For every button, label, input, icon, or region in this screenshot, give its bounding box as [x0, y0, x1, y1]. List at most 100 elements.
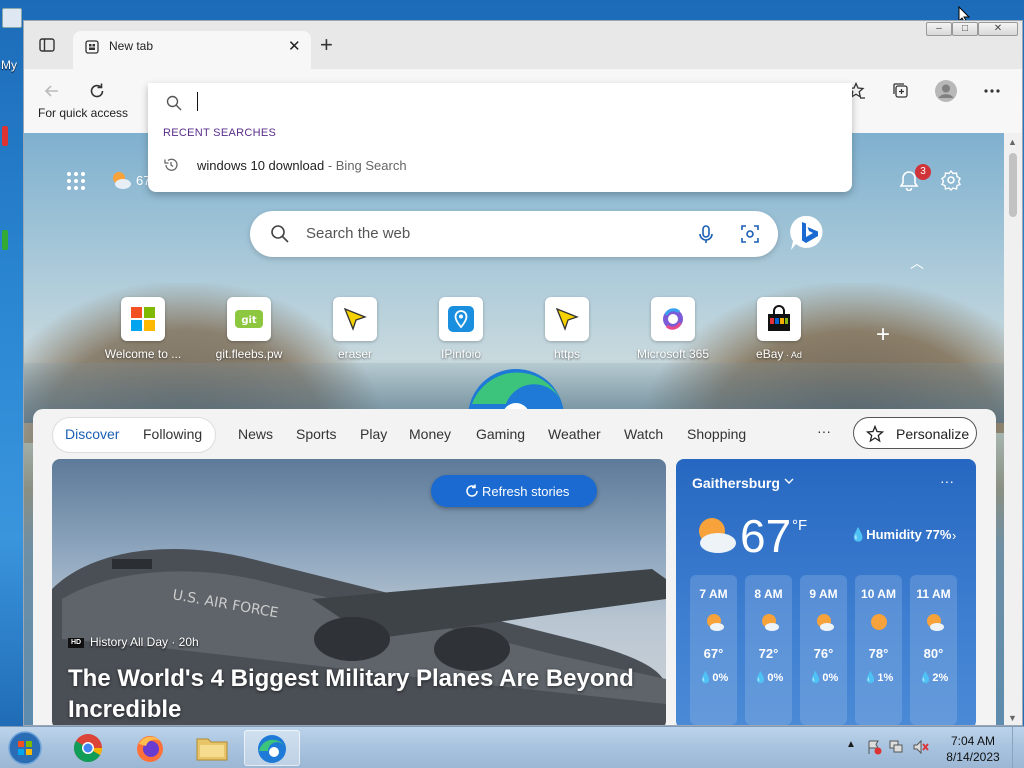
scroll-down-arrow-icon[interactable]: ▼ [1008, 713, 1017, 723]
partly-sunny-icon [706, 614, 724, 631]
weather-card[interactable]: Gaithersburg ··· 67 °F 💧Humidity 77% › 7… [676, 459, 976, 725]
show-hidden-icons[interactable]: ▲ [846, 739, 856, 750]
close-window-button[interactable]: ✕ [978, 22, 1018, 36]
bing-chat-icon[interactable] [788, 213, 828, 253]
story-title[interactable]: The World's 4 Biggest Military Planes Ar… [68, 663, 648, 725]
desktop-icon[interactable] [2, 126, 8, 146]
hour-precip-text: 0% [767, 672, 784, 684]
hour-precip: 💧0% [698, 672, 729, 684]
hour-temp: 72° [758, 646, 779, 661]
hour-precip: 💧0% [753, 672, 784, 684]
tab-weather[interactable]: Weather [548, 426, 601, 442]
quick-link-tile[interactable]: IPinfoio [416, 297, 506, 361]
quick-link-label: eBay · Ad [734, 347, 824, 361]
network-icon[interactable] [888, 739, 904, 755]
hourly-forecast-item: 9 AM 76° 💧0% [800, 575, 847, 725]
desktop-icon[interactable] [2, 8, 22, 28]
show-desktop-button[interactable] [1012, 727, 1024, 768]
history-icon [164, 158, 178, 171]
tab-play[interactable]: Play [360, 426, 387, 442]
tab-news[interactable]: News [238, 426, 273, 442]
windows-logo-icon [131, 307, 155, 331]
scroll-up-arrow-icon[interactable]: ▲ [1008, 137, 1017, 147]
humidity: 💧Humidity 77% [850, 527, 951, 543]
back-icon[interactable] [42, 81, 62, 101]
browser-window: New tab ✕ + – □ ✕ For quick access 67°F … [23, 20, 1023, 726]
quick-link-tile[interactable]: git git.fleebs.pw [204, 297, 294, 361]
source-logo-icon: HD [68, 637, 84, 648]
volume-muted-icon[interactable] [912, 739, 930, 755]
visual-search-icon[interactable] [740, 224, 760, 244]
new-tab-button[interactable]: + [320, 34, 333, 56]
refresh-stories-button[interactable]: Refresh stories [431, 475, 597, 507]
page-scrollbar[interactable]: ▲ ▼ [1004, 133, 1022, 725]
desktop-icon[interactable] [2, 230, 8, 250]
search-icon [271, 225, 289, 243]
refresh-label: Refresh stories [482, 484, 570, 499]
tab-discover[interactable]: Discover [65, 426, 119, 442]
tab-close-icon[interactable]: ✕ [288, 39, 301, 54]
top-story-card[interactable]: U.S. AIR FORCE Refresh stories HD History… [52, 459, 666, 725]
taskbar-firefox[interactable] [122, 730, 178, 766]
ebay-icon [768, 305, 790, 331]
firefox-icon [137, 736, 163, 762]
quick-link-tile[interactable]: Welcome to ... [98, 297, 188, 361]
refresh-icon [466, 484, 478, 497]
taskbar-chrome[interactable] [60, 730, 116, 766]
personalize-icon [866, 425, 884, 443]
collections-icon[interactable] [891, 81, 911, 101]
action-center-flag-icon[interactable] [866, 739, 882, 755]
recent-search-item[interactable]: windows 10 download - Bing Search [148, 149, 852, 181]
hourly-forecast-item: 8 AM 72° 💧0% [745, 575, 792, 725]
weather-more-button[interactable]: ··· [940, 473, 954, 489]
chevron-down-icon[interactable] [784, 476, 794, 486]
personalize-button[interactable]: Personalize [853, 417, 977, 449]
story-source: HD History All Day · 20h [68, 635, 199, 649]
settings-more-icon[interactable] [982, 81, 1002, 101]
tab-watch[interactable]: Watch [624, 426, 663, 442]
taskbar-file-explorer[interactable] [184, 730, 240, 766]
start-button-icon[interactable] [6, 730, 44, 766]
hour-label: 7 AM [699, 587, 728, 601]
refresh-icon[interactable] [87, 81, 107, 101]
hour-temp: 78° [868, 646, 889, 661]
weather-city[interactable]: Gaithersburg [692, 475, 780, 491]
folder-icon [196, 738, 228, 761]
hourly-forecast-item: 10 AM 78° 💧1% [855, 575, 902, 725]
tab-new-tab[interactable]: New tab ✕ [73, 31, 311, 69]
tab-money[interactable]: Money [409, 426, 451, 442]
minimize-button[interactable]: – [926, 22, 952, 36]
quick-link-tile[interactable]: Microsoft 365 [628, 297, 718, 361]
tab-following[interactable]: Following [143, 426, 202, 442]
tab-sports[interactable]: Sports [296, 426, 336, 442]
new-tab-page: 67°F 3 Search the web ︿ Welcome to ... g… [24, 133, 1004, 725]
tab-actions-icon[interactable] [38, 36, 56, 54]
hour-precip-text: 0% [822, 672, 839, 684]
microphone-icon[interactable] [696, 224, 716, 244]
address-input-caret[interactable] [197, 92, 198, 111]
hour-temp: 76° [813, 646, 834, 661]
web-search-box[interactable]: Search the web [250, 211, 778, 257]
tab-gaming[interactable]: Gaming [476, 426, 525, 442]
scroll-thumb[interactable] [1009, 153, 1017, 217]
quick-link-label: Microsoft 365 [636, 347, 710, 361]
m365-icon [663, 308, 683, 330]
partly-sunny-icon [816, 614, 834, 631]
tab-shopping[interactable]: Shopping [687, 426, 746, 442]
taskbar-edge[interactable] [244, 730, 300, 766]
quick-link-tile[interactable]: eraser [310, 297, 400, 361]
taskbar-clock[interactable]: 7:04 AM 8/14/2023 [940, 733, 1006, 765]
recent-search-text: windows 10 download - Bing Search [197, 158, 407, 173]
maximize-button[interactable]: □ [952, 22, 978, 36]
add-quick-link-button[interactable]: + [876, 321, 890, 349]
collapse-chevron-icon[interactable]: ︿ [910, 253, 924, 273]
feed-more-button[interactable]: ··· [817, 423, 831, 439]
chevron-right-icon[interactable]: › [952, 528, 956, 543]
quick-link-tile[interactable]: https [522, 297, 612, 361]
quick-link-tile[interactable]: eBay · Ad [734, 297, 824, 361]
partly-sunny-icon [761, 614, 779, 631]
profile-avatar-icon[interactable] [935, 80, 957, 102]
apps-launcher-icon[interactable] [66, 171, 86, 191]
page-settings-gear-icon[interactable] [940, 169, 962, 191]
search-icon [166, 95, 182, 111]
